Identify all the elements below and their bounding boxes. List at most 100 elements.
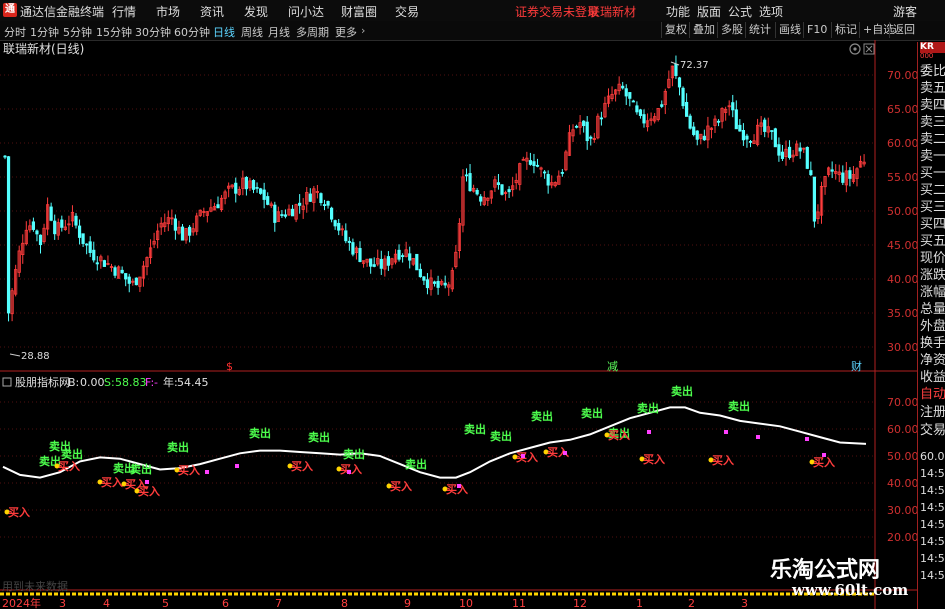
tf-1min[interactable]: 1分钟 [30, 24, 59, 40]
candle-body [628, 92, 632, 99]
candle-body [244, 176, 248, 190]
date-tick: 11 [512, 597, 526, 609]
menu-trade[interactable]: 交易 [395, 3, 419, 20]
date-tick: 10 [459, 597, 473, 609]
price-tick: 50.00 [887, 205, 917, 218]
candle-body [60, 219, 64, 228]
candle-body [468, 173, 472, 192]
candle-body [660, 104, 664, 107]
candle-body [780, 151, 785, 159]
toolbar-mark[interactable]: 标记 [831, 22, 860, 38]
buy-signal: 买入 [712, 454, 734, 467]
indicator-s-label: S: [104, 376, 115, 389]
sidebar-action[interactable]: 自动 [920, 385, 945, 405]
close-panel-icon[interactable] [863, 43, 875, 55]
tf-weekly[interactable]: 周线 [241, 24, 263, 40]
f-signal-dot [205, 470, 209, 474]
date-tick: 2024年 [2, 596, 41, 609]
candle-body [258, 188, 263, 194]
login-notice[interactable]: 证券交易未登录 [515, 3, 599, 20]
menu-market[interactable]: 市场 [156, 3, 180, 20]
indicator-year-value: 54.45 [177, 376, 209, 389]
toolbar-back[interactable]: 返回 [889, 22, 918, 38]
tf-5min[interactable]: 5分钟 [63, 24, 92, 40]
tf-intraday[interactable]: 分时 [4, 24, 26, 40]
toolbar-draw[interactable]: 画线 [775, 22, 804, 38]
candle-body [496, 182, 501, 185]
candle-body [443, 282, 447, 286]
sidebar-action[interactable]: 注册 [920, 403, 945, 423]
event-marker[interactable]: 减 [607, 360, 618, 373]
signal-markers: 卖出卖出卖出卖出卖出卖出卖出 卖出卖出卖出卖出卖出卖出 卖出卖出卖出卖出卖出买入买入… [4, 384, 835, 519]
menu-layout[interactable]: 版面 [697, 3, 721, 20]
sell-signal: 卖出 [728, 399, 750, 413]
title-bar: 通 通达信金融终端 行情 市场 资讯 发现 问小达 财富圈 交易 证券交易未登录… [0, 0, 945, 22]
tf-60min[interactable]: 60分钟 [174, 24, 210, 40]
candle-body [560, 172, 564, 174]
f-signal-dot [521, 454, 525, 458]
f-signal-dot [563, 451, 567, 455]
tf-monthly[interactable]: 月线 [268, 24, 290, 40]
settings-gear-icon[interactable] [849, 43, 861, 55]
toolbar-overlay[interactable]: 叠加 [689, 22, 718, 38]
tf-multi[interactable]: 多周期 [296, 24, 329, 40]
candle-body [734, 109, 738, 130]
quote-sidebar: KR 000 委比 卖五 卖四 卖三 卖二 卖一 买一 买二 买三 买四 买五 现价 涨跌 涨幅 总量 外盘换… [917, 42, 945, 609]
date-tick: 1 [636, 597, 643, 609]
indicator-b-label: B: [68, 376, 79, 389]
sell-signal: 卖出 [531, 409, 553, 423]
indicator-expand-icon[interactable] [2, 377, 12, 387]
tf-30min[interactable]: 30分钟 [135, 24, 171, 40]
price-tick: 65.00 [887, 103, 917, 116]
menu-wealth[interactable]: 财富圈 [341, 3, 377, 20]
low-price-label: 28.88 [21, 351, 50, 362]
menu-formula[interactable]: 公式 [728, 3, 752, 20]
date-tick: 2 [688, 597, 695, 609]
toolbar-stats[interactable]: 统计 [745, 22, 774, 38]
date-tick: 4 [103, 597, 110, 609]
candle-body [677, 77, 682, 88]
chevron-right-icon[interactable]: › [361, 24, 365, 37]
candle-body [415, 253, 419, 271]
toolbar-multistock[interactable]: 多股 [717, 22, 746, 38]
buy-signal: 买入 [608, 429, 630, 442]
menu-ask[interactable]: 问小达 [288, 3, 324, 20]
tf-daily[interactable]: 日线 [213, 24, 235, 40]
event-marker[interactable]: 财 [851, 359, 862, 373]
candle-body [535, 164, 540, 167]
buy-signal: 买入 [390, 480, 412, 493]
guest-label[interactable]: 游客 [893, 3, 917, 20]
candle-body [464, 174, 469, 177]
candle-body [532, 161, 536, 167]
candle-body [266, 196, 270, 205]
menu-quotes[interactable]: 行情 [112, 3, 136, 20]
tf-more[interactable]: 更多 [335, 24, 357, 40]
candle-body [695, 130, 699, 140]
toolbar-f10[interactable]: F10 [803, 22, 830, 38]
toolbar-adjust[interactable]: 复权 [661, 22, 690, 38]
menu-function[interactable]: 功能 [666, 3, 690, 20]
menu-discover[interactable]: 发现 [244, 3, 268, 20]
menu-news[interactable]: 资讯 [200, 3, 224, 20]
tf-15min[interactable]: 15分钟 [96, 24, 132, 40]
footer-note: 用到未来数据 [2, 579, 68, 593]
date-tick: 7 [275, 597, 282, 609]
candle-body [500, 184, 504, 195]
candle-body [805, 146, 809, 169]
sell-signal: 卖出 [130, 462, 152, 476]
chart-area[interactable]: 联瑞新材(日线) 70.00 65.00 60.00 55.00 50.00 4… [0, 40, 917, 609]
candle-body [262, 189, 266, 200]
stock-name-notice: 联瑞新材 [588, 5, 637, 19]
ind-tick: 50.00 [887, 450, 917, 463]
sell-signal: 卖出 [249, 426, 271, 440]
price-axis: 70.00 65.00 60.00 55.00 50.00 45.00 40.0… [887, 69, 917, 354]
candle-body [77, 225, 82, 238]
event-marker[interactable]: $ [226, 360, 233, 373]
sidebar-action[interactable]: 交易 [920, 421, 945, 441]
indicator-header: 股朋指标网 B: 0.00 S: 58.83 F: - 年: 54.45 [2, 375, 209, 389]
candle-body [400, 255, 405, 257]
price-tick: 70.00 [887, 69, 917, 82]
candle-body [770, 130, 774, 132]
menu-options[interactable]: 选项 [759, 3, 783, 20]
indicator-f-value: - [154, 376, 158, 389]
